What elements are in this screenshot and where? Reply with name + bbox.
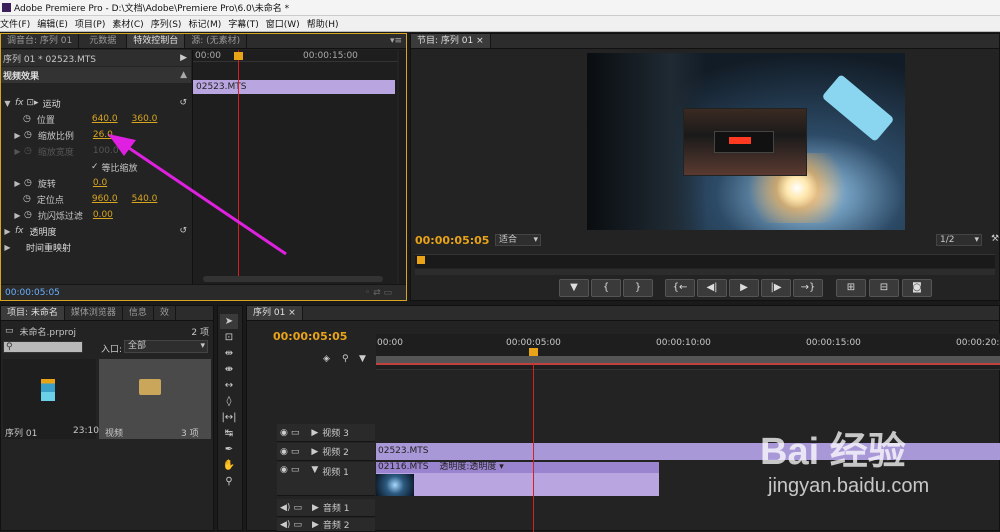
- annotation-arrow-line: [119, 140, 287, 256]
- baidu-url: jingyan.baidu.com: [768, 475, 930, 497]
- annotation-arrow-head: [108, 134, 136, 156]
- baidu-logo: Bai 经验: [760, 431, 906, 473]
- baidu-watermark: Bai 经验 jingyan.baidu.com: [760, 420, 1000, 520]
